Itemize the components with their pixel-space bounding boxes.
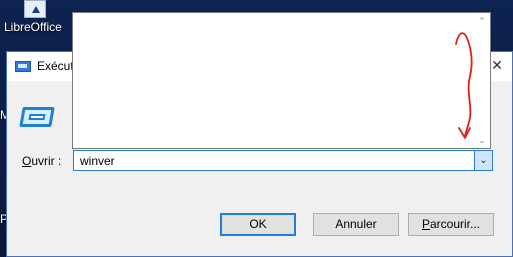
red-scroll-annotation	[455, 32, 473, 139]
annotation-arrowhead	[458, 127, 471, 139]
annotation-stroke	[455, 32, 473, 137]
